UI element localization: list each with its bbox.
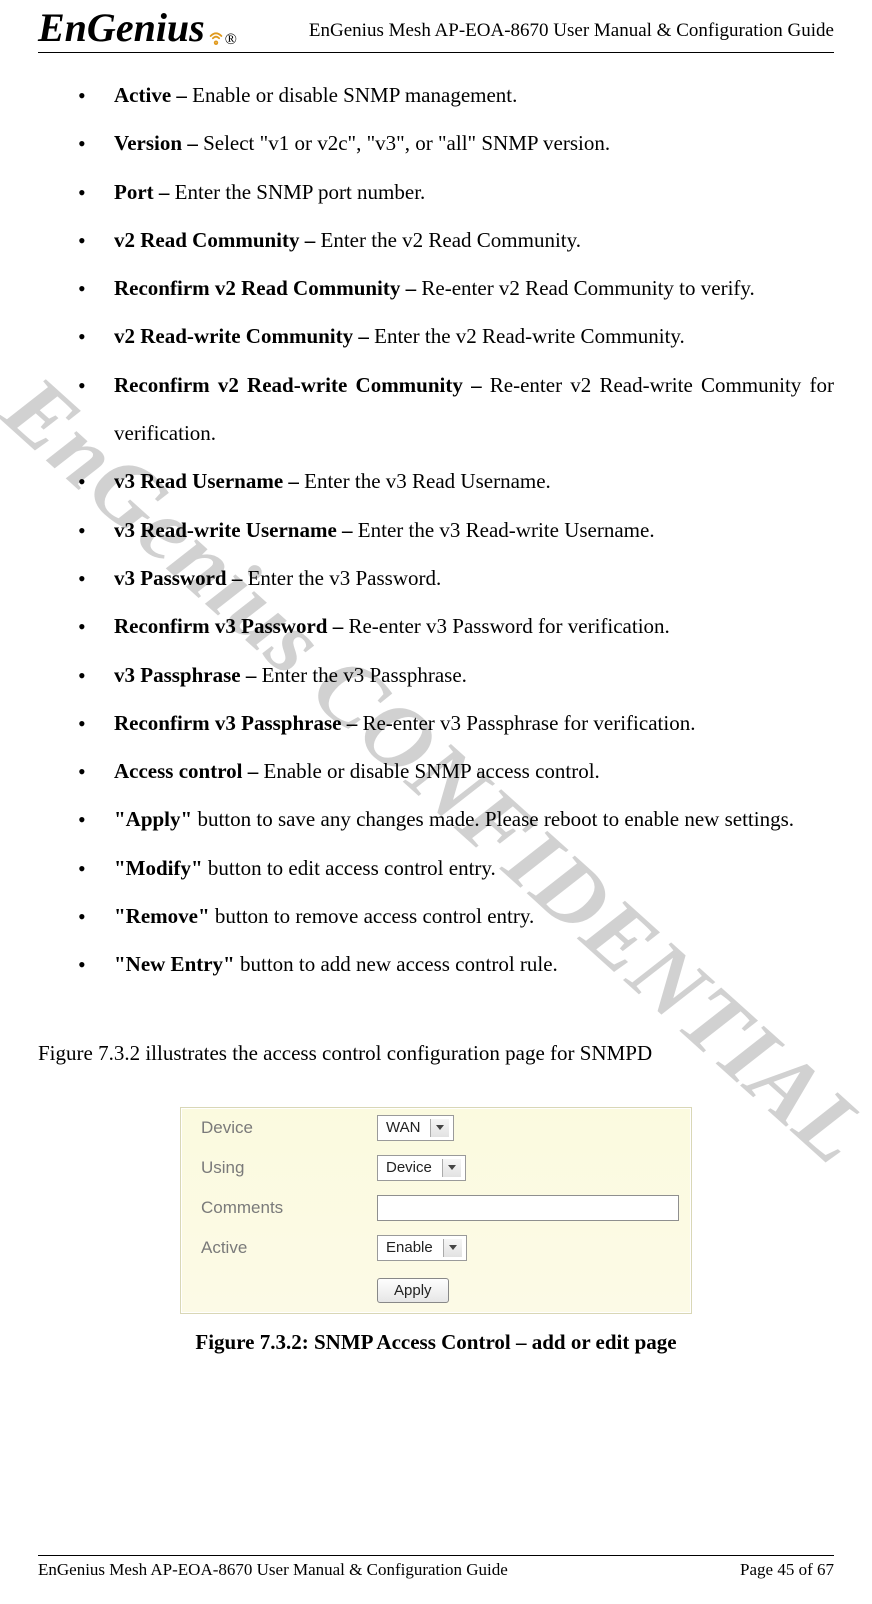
figure-intro-text: Figure 7.3.2 illustrates the access cont… (38, 1029, 834, 1077)
bullet-bold-term: v3 Read-write Username – (114, 518, 358, 542)
footer-right: Page 45 of 67 (740, 1560, 834, 1580)
bullet-description: button to edit access control entry. (203, 856, 496, 880)
bullet-bold-term: v3 Passphrase – (114, 663, 262, 687)
bullet-bold-term: Reconfirm v3 Password – (114, 614, 348, 638)
chevron-down-icon (443, 1239, 462, 1257)
bullet-item: v2 Read Community – Enter the v2 Read Co… (78, 216, 834, 264)
logo: EnGenius ® (38, 8, 237, 48)
device-select[interactable]: WAN (377, 1115, 454, 1141)
bullet-bold-term: Version – (114, 131, 203, 155)
bullet-item: Version – Select "v1 or v2c", "v3", or "… (78, 119, 834, 167)
bullet-bold-term: v3 Read Username – (114, 469, 304, 493)
using-label: Using (181, 1148, 357, 1188)
bullet-item: v3 Passphrase – Enter the v3 Passphrase. (78, 651, 834, 699)
bullet-item: Access control – Enable or disable SNMP … (78, 747, 834, 795)
document-page: EnGenius CONFIDENTIAL EnGenius ® EnGeniu… (0, 0, 872, 1604)
bullet-item: Reconfirm v3 Passphrase – Re-enter v3 Pa… (78, 699, 834, 747)
bullet-description: Enter the SNMP port number. (175, 180, 426, 204)
bullet-bold-term: "New Entry" (114, 952, 235, 976)
bullet-item: Reconfirm v3 Password – Re-enter v3 Pass… (78, 602, 834, 650)
active-label: Active (181, 1228, 357, 1268)
bullet-bold-term: Reconfirm v2 Read-write Community – (114, 373, 490, 397)
device-label: Device (181, 1108, 357, 1148)
active-select-value: Enable (386, 1239, 433, 1256)
logo-text: EnGenius (38, 8, 205, 48)
chevron-down-icon (430, 1119, 449, 1137)
bullet-bold-term: Reconfirm v2 Read Community – (114, 276, 421, 300)
bullet-bold-term: Access control – (114, 759, 264, 783)
bullet-item: "Apply" button to save any changes made.… (78, 795, 834, 843)
bullet-bold-term: v2 Read Community – (114, 228, 321, 252)
chevron-down-icon (442, 1159, 461, 1177)
bullet-item: v3 Read Username – Enter the v3 Read Use… (78, 457, 834, 505)
apply-button[interactable]: Apply (377, 1278, 449, 1303)
bullet-item: v2 Read-write Community – Enter the v2 R… (78, 312, 834, 360)
page-footer: EnGenius Mesh AP-EOA-8670 User Manual & … (38, 1555, 834, 1580)
trademark-symbol: ® (225, 32, 237, 48)
bullet-description: Enter the v2 Read Community. (321, 228, 582, 252)
bullet-description: Re-enter v3 Passphrase for verification. (362, 711, 695, 735)
bullet-item: Active – Enable or disable SNMP manageme… (78, 71, 834, 119)
bullet-description: Select "v1 or v2c", "v3", or "all" SNMP … (203, 131, 610, 155)
bullet-description: Enter the v3 Passphrase. (262, 663, 467, 687)
bullet-item: Port – Enter the SNMP port number. (78, 168, 834, 216)
bullet-bold-term: Active – (114, 83, 192, 107)
bullet-bold-term: Port – (114, 180, 175, 204)
active-select[interactable]: Enable (377, 1235, 467, 1261)
bullet-description: Enable or disable SNMP access control. (264, 759, 600, 783)
bullet-description: Enter the v3 Read-write Username. (358, 518, 655, 542)
bullet-item: "New Entry" button to add new access con… (78, 940, 834, 988)
bullet-description: button to remove access control entry. (210, 904, 535, 928)
bullet-description: Enter the v3 Password. (248, 566, 442, 590)
bullet-item: v3 Read-write Username – Enter the v3 Re… (78, 506, 834, 554)
bullet-description: Enter the v3 Read Username. (304, 469, 551, 493)
bullet-description: button to add new access control rule. (235, 952, 558, 976)
bullet-bold-term: Reconfirm v3 Passphrase – (114, 711, 362, 735)
bullet-description: Enable or disable SNMP management. (192, 83, 517, 107)
comments-label: Comments (181, 1188, 357, 1228)
header-title: EnGenius Mesh AP-EOA-8670 User Manual & … (309, 20, 834, 48)
bullet-item: Reconfirm v2 Read Community – Re-enter v… (78, 264, 834, 312)
footer-left: EnGenius Mesh AP-EOA-8670 User Manual & … (38, 1560, 508, 1580)
using-select[interactable]: Device (377, 1155, 466, 1181)
wifi-icon (207, 12, 225, 30)
page-header: EnGenius ® EnGenius Mesh AP-EOA-8670 Use… (38, 0, 834, 53)
bullet-item: "Modify" button to edit access control e… (78, 844, 834, 892)
bullet-description: Re-enter v2 Read Community to verify. (421, 276, 754, 300)
bullet-item: v3 Password – Enter the v3 Password. (78, 554, 834, 602)
bullet-item: Reconfirm v2 Read-write Community – Re-e… (78, 361, 834, 458)
device-select-value: WAN (386, 1119, 420, 1136)
figure-caption: Figure 7.3.2: SNMP Access Control – add … (38, 1330, 834, 1355)
bullet-bold-term: v2 Read-write Community – (114, 324, 374, 348)
bullet-description: button to save any changes made. Please … (192, 807, 794, 831)
page-content: Active – Enable or disable SNMP manageme… (38, 53, 834, 1355)
bullet-bold-term: v3 Password – (114, 566, 248, 590)
figure-panel: Device WAN Using Device (180, 1107, 692, 1314)
bullet-bold-term: "Modify" (114, 856, 203, 880)
bullet-description: Re-enter v3 Password for verification. (348, 614, 669, 638)
using-select-value: Device (386, 1159, 432, 1176)
bullet-bold-term: "Apply" (114, 807, 192, 831)
bullet-bold-term: "Remove" (114, 904, 210, 928)
bullet-list: Active – Enable or disable SNMP manageme… (38, 71, 834, 989)
comments-input[interactable] (377, 1195, 679, 1221)
bullet-item: "Remove" button to remove access control… (78, 892, 834, 940)
bullet-description: Enter the v2 Read-write Community. (374, 324, 685, 348)
